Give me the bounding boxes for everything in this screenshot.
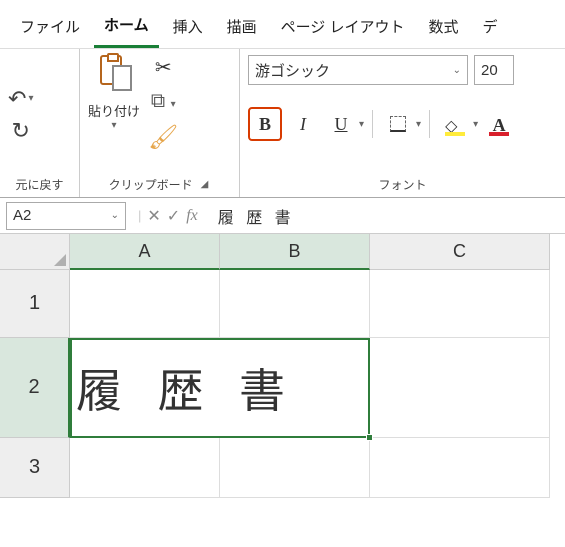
font-color-button[interactable]: A — [482, 107, 516, 141]
paste-label: 貼り付け — [88, 101, 140, 120]
tab-home[interactable]: ホーム — [94, 8, 159, 48]
fill-handle[interactable] — [366, 434, 373, 441]
borders-button[interactable] — [381, 107, 415, 141]
name-box[interactable]: A2 ⌄ — [6, 202, 126, 230]
chevron-down-icon[interactable]: ▾ — [473, 119, 478, 130]
tab-file[interactable]: ファイル — [10, 10, 90, 47]
ribbon-tabs: ファイル ホーム 挿入 描画 ページ レイアウト 数式 デ — [0, 0, 565, 48]
border-icon — [390, 116, 406, 132]
chevron-down-icon[interactable]: ⌄ — [111, 210, 119, 221]
cell-b3[interactable] — [220, 438, 370, 498]
selected-cell-a2[interactable]: 履 歴 書 — [70, 338, 370, 438]
enter-formula-button[interactable]: ✓ — [167, 206, 180, 226]
select-all-corner[interactable] — [0, 234, 70, 270]
underline-button[interactable]: U — [324, 107, 358, 141]
cut-button[interactable]: ✂ — [148, 55, 178, 80]
font-color-icon: A — [489, 115, 509, 133]
font-name-value: 游ゴシック — [255, 60, 330, 81]
group-font: 游ゴシック ⌄ 20 B I U ▾ ▾ — [240, 49, 565, 197]
redo-button[interactable]: ↻ — [12, 118, 30, 144]
formula-bar: A2 ⌄ | ✕ ✓ fx 履 歴 書 — [0, 198, 565, 234]
tab-draw[interactable]: 描画 — [217, 10, 267, 47]
formula-value[interactable]: 履 歴 書 — [204, 204, 295, 228]
group-clipboard: 貼り付け ▾ ✂ ⧉ ▾ 🖌 クリップボード ◢ — [80, 49, 240, 197]
cell-a2-value: 履 歴 書 — [76, 355, 297, 421]
cell-c2[interactable] — [370, 338, 550, 438]
format-painter-button[interactable]: 🖌 — [148, 123, 178, 152]
cancel-formula-button[interactable]: ✕ — [147, 206, 160, 226]
ribbon: ↶ ▾ ↻ 元に戻す 貼り付け ▾ ✂ — [0, 48, 565, 198]
group-clipboard-label: クリップボード — [109, 176, 193, 193]
paste-icon — [94, 55, 134, 97]
font-name-select[interactable]: 游ゴシック ⌄ — [248, 55, 468, 85]
paste-button[interactable]: 貼り付け ▾ — [88, 55, 140, 131]
separator — [372, 110, 373, 138]
group-font-label: フォント — [378, 176, 426, 193]
worksheet: A B C 1 2 履 歴 書 3 — [0, 234, 565, 498]
column-header-a[interactable]: A — [70, 234, 220, 270]
name-box-value: A2 — [13, 207, 31, 224]
scissors-icon: ✂ — [155, 57, 172, 79]
font-size-value: 20 — [481, 62, 498, 79]
group-undo-label: 元に戻す — [8, 174, 71, 193]
bold-button[interactable]: B — [248, 107, 282, 141]
tab-insert[interactable]: 挿入 — [163, 10, 213, 47]
cell-c1[interactable] — [370, 270, 550, 338]
font-size-select[interactable]: 20 — [474, 55, 514, 85]
undo-button[interactable]: ↶ ▾ — [8, 86, 33, 112]
tab-data[interactable]: デ — [473, 10, 508, 47]
clipboard-launcher[interactable]: ◢ — [199, 179, 211, 190]
fx-button[interactable]: fx — [186, 207, 198, 225]
separator: | — [138, 208, 141, 223]
chevron-down-icon[interactable]: ▾ — [416, 119, 421, 130]
redo-icon: ↻ — [12, 118, 30, 144]
copy-button[interactable]: ⧉ ▾ — [148, 90, 178, 113]
chevron-down-icon[interactable]: ▾ — [111, 120, 116, 131]
column-header-c[interactable]: C — [370, 234, 550, 270]
tab-page-layout[interactable]: ページ レイアウト — [271, 10, 415, 47]
fill-icon: ◇ — [445, 115, 465, 133]
row-header-3[interactable]: 3 — [0, 438, 70, 498]
tab-formulas[interactable]: 数式 — [418, 10, 468, 47]
chevron-down-icon[interactable]: ▾ — [359, 119, 364, 130]
fill-color-button[interactable]: ◇ — [438, 107, 472, 141]
cell-a1[interactable] — [70, 270, 220, 338]
undo-icon: ↶ — [8, 86, 26, 112]
italic-button[interactable]: I — [286, 107, 320, 141]
group-undo: ↶ ▾ ↻ 元に戻す — [0, 49, 80, 197]
copy-icon: ⧉ — [151, 90, 165, 112]
row-header-2[interactable]: 2 — [0, 338, 70, 438]
chevron-down-icon[interactable]: ⌄ — [453, 65, 461, 76]
chevron-down-icon[interactable]: ▾ — [28, 93, 33, 104]
cell-b1[interactable] — [220, 270, 370, 338]
chevron-down-icon[interactable]: ▾ — [171, 99, 176, 110]
separator — [429, 110, 430, 138]
brush-icon: 🖌 — [148, 124, 178, 151]
cell-c3[interactable] — [370, 438, 550, 498]
cell-a3[interactable] — [70, 438, 220, 498]
column-header-b[interactable]: B — [220, 234, 370, 270]
row-header-1[interactable]: 1 — [0, 270, 70, 338]
